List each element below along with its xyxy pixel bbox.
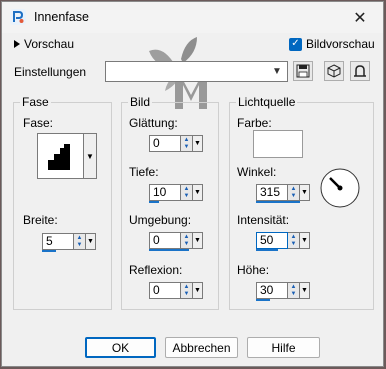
depth-dropdown-icon[interactable]: ▼ (193, 184, 203, 201)
ambient-label: Umgebung: (129, 213, 192, 227)
reflection-input[interactable]: 0 (149, 282, 181, 299)
depth-input[interactable]: 10 (149, 184, 181, 203)
intensity-label: Intensität: (237, 213, 290, 227)
ambient-input[interactable]: 0 (149, 232, 189, 251)
height-label: Höhe: (237, 263, 270, 277)
width-spinner[interactable]: 5 ▲ ▼ ▼ (42, 233, 96, 252)
bevel-shape-icon (48, 144, 70, 170)
intensity-input[interactable]: 50 (256, 232, 288, 251)
settings-label: Einstellungen (14, 65, 87, 79)
fase-group-label: Fase (20, 95, 51, 109)
settings-dropdown[interactable]: ▼ (105, 61, 288, 82)
depth-label: Tiefe: (129, 165, 159, 179)
light-color-swatch[interactable] (253, 130, 303, 158)
dialog-window: Innenfase ✕ Vorschau ✓ Bildvorschau Eins… (1, 1, 384, 367)
angle-dropdown-icon[interactable]: ▼ (300, 184, 310, 201)
image-preview-checkbox-row[interactable]: ✓ Bildvorschau (289, 37, 375, 51)
reflection-value: 0 (153, 283, 160, 297)
reflection-label: Reflexion: (129, 263, 183, 277)
angle-value: 315 (260, 185, 281, 199)
smoothing-stepper-icon[interactable]: ▲ ▼ (181, 135, 193, 152)
expand-triangle-icon (14, 40, 20, 48)
reflection-stepper-icon[interactable]: ▲ ▼ (181, 282, 193, 299)
reset-button[interactable] (350, 61, 370, 81)
bild-group-label: Bild (128, 95, 153, 109)
ok-button[interactable]: OK (85, 337, 156, 358)
smoothing-label: Glättung: (129, 116, 178, 130)
image-preview-checkbox[interactable]: ✓ (289, 37, 302, 51)
save-preset-button[interactable] (293, 61, 313, 81)
height-dropdown-icon[interactable]: ▼ (300, 282, 310, 299)
cancel-button[interactable]: Abbrechen (165, 337, 238, 358)
ambient-value: 0 (153, 233, 160, 247)
preview-expander-label: Vorschau (24, 37, 75, 51)
intensity-dropdown-icon[interactable]: ▼ (300, 232, 310, 249)
resource-manager-button[interactable] (324, 61, 344, 81)
depth-stepper-icon[interactable]: ▲ ▼ (181, 184, 193, 201)
width-dropdown-icon[interactable]: ▼ (86, 233, 96, 250)
ambient-stepper-icon[interactable]: ▲ ▼ (181, 232, 193, 249)
width-value: 5 (46, 234, 53, 248)
chevron-down-icon[interactable]: ▼ (269, 63, 285, 80)
smoothing-value: 0 (153, 136, 160, 150)
angle-label: Winkel: (237, 165, 277, 179)
height-stepper-icon[interactable]: ▲ ▼ (288, 282, 300, 299)
height-value: 30 (260, 283, 274, 297)
smoothing-input[interactable]: 0 (149, 135, 181, 152)
intensity-spinner[interactable]: 50 ▲ ▼ ▼ (256, 232, 310, 251)
title-bar[interactable]: Innenfase ✕ (2, 2, 383, 33)
save-icon (296, 64, 310, 78)
smoothing-spinner[interactable]: 0 ▲ ▼ ▼ (149, 135, 203, 152)
bevel-shape-selector[interactable]: ▼ (37, 133, 97, 179)
ambient-spinner[interactable]: 0 ▲ ▼ ▼ (149, 232, 203, 251)
reflection-spinner[interactable]: 0 ▲ ▼ ▼ (149, 282, 203, 299)
cube-icon (327, 64, 341, 78)
close-button[interactable]: ✕ (337, 2, 383, 33)
depth-spinner[interactable]: 10 ▲ ▼ ▼ (149, 184, 203, 203)
ambient-dropdown-icon[interactable]: ▼ (193, 232, 203, 249)
smoothing-dropdown-icon[interactable]: ▼ (193, 135, 203, 152)
preview-expander[interactable]: Vorschau (14, 37, 74, 51)
angle-stepper-icon[interactable]: ▲ ▼ (288, 184, 300, 201)
width-label: Breite: (23, 213, 58, 227)
window-title: Innenfase (34, 10, 89, 24)
app-logo-icon (10, 9, 26, 25)
fase-shape-label: Fase: (23, 116, 54, 130)
angle-spinner[interactable]: 315 ▲ ▼ ▼ (256, 184, 310, 203)
width-stepper-icon[interactable]: ▲ ▼ (74, 233, 86, 250)
intensity-stepper-icon[interactable]: ▲ ▼ (288, 232, 300, 249)
bild-group: Bild (121, 95, 219, 310)
reset-icon (354, 65, 366, 77)
light-source-group-label: Lichtquelle (236, 95, 298, 109)
height-input[interactable]: 30 (256, 282, 288, 301)
color-label: Farbe: (237, 116, 272, 130)
close-icon: ✕ (353, 9, 367, 27)
image-preview-label: Bildvorschau (306, 37, 375, 51)
shape-dropdown-arrow-icon[interactable]: ▼ (83, 134, 96, 178)
angle-input[interactable]: 315 (256, 184, 300, 203)
depth-value: 10 (153, 185, 167, 199)
height-spinner[interactable]: 30 ▲ ▼ ▼ (256, 282, 310, 301)
width-input[interactable]: 5 (42, 233, 74, 252)
intensity-value: 50 (260, 233, 274, 247)
angle-dial-icon[interactable] (319, 167, 361, 209)
reflection-dropdown-icon[interactable]: ▼ (193, 282, 203, 299)
help-button[interactable]: Hilfe (247, 337, 320, 358)
